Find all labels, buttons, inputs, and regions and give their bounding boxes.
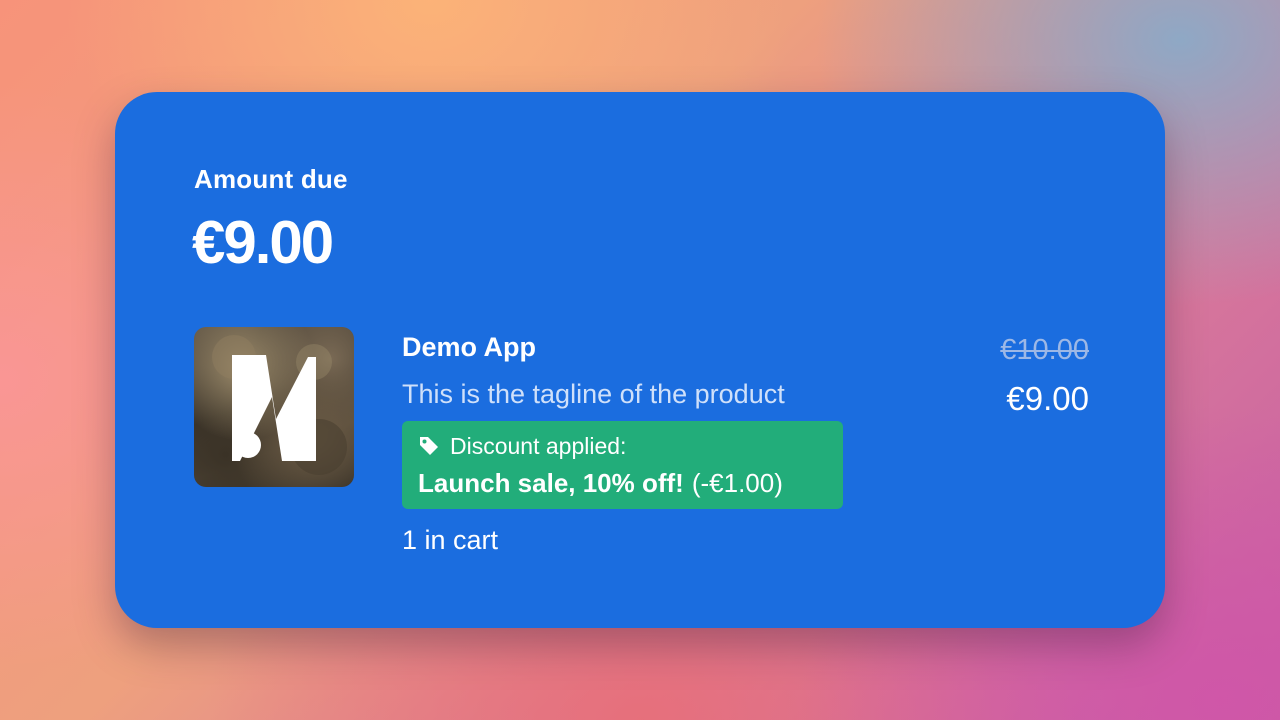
price-summary: €10.00 €9.00 xyxy=(1000,332,1089,418)
product-details: Demo App This is the tagline of the prod… xyxy=(402,330,843,557)
checkout-summary-card: Amount due €9.00 Demo App This is the ta… xyxy=(115,92,1165,628)
discount-badge: Discount applied: Launch sale, 10% off!(… xyxy=(402,421,843,509)
discount-label: Discount applied: xyxy=(450,433,627,459)
product-image xyxy=(194,327,354,487)
discount-amount: (-€1.00) xyxy=(691,468,783,498)
amount-due-label: Amount due xyxy=(194,164,348,194)
discount-name: Launch sale, 10% off! xyxy=(418,468,684,498)
tag-icon xyxy=(418,435,440,457)
original-price: €10.00 xyxy=(1000,334,1089,366)
product-tagline: This is the tagline of the product xyxy=(402,379,785,409)
product-name: Demo App xyxy=(402,332,536,362)
cart-quantity: 1 in cart xyxy=(402,525,499,555)
final-price: €9.00 xyxy=(1006,380,1089,417)
amount-due-value: €9.00 xyxy=(192,209,334,276)
product-logo-icon xyxy=(212,335,347,475)
